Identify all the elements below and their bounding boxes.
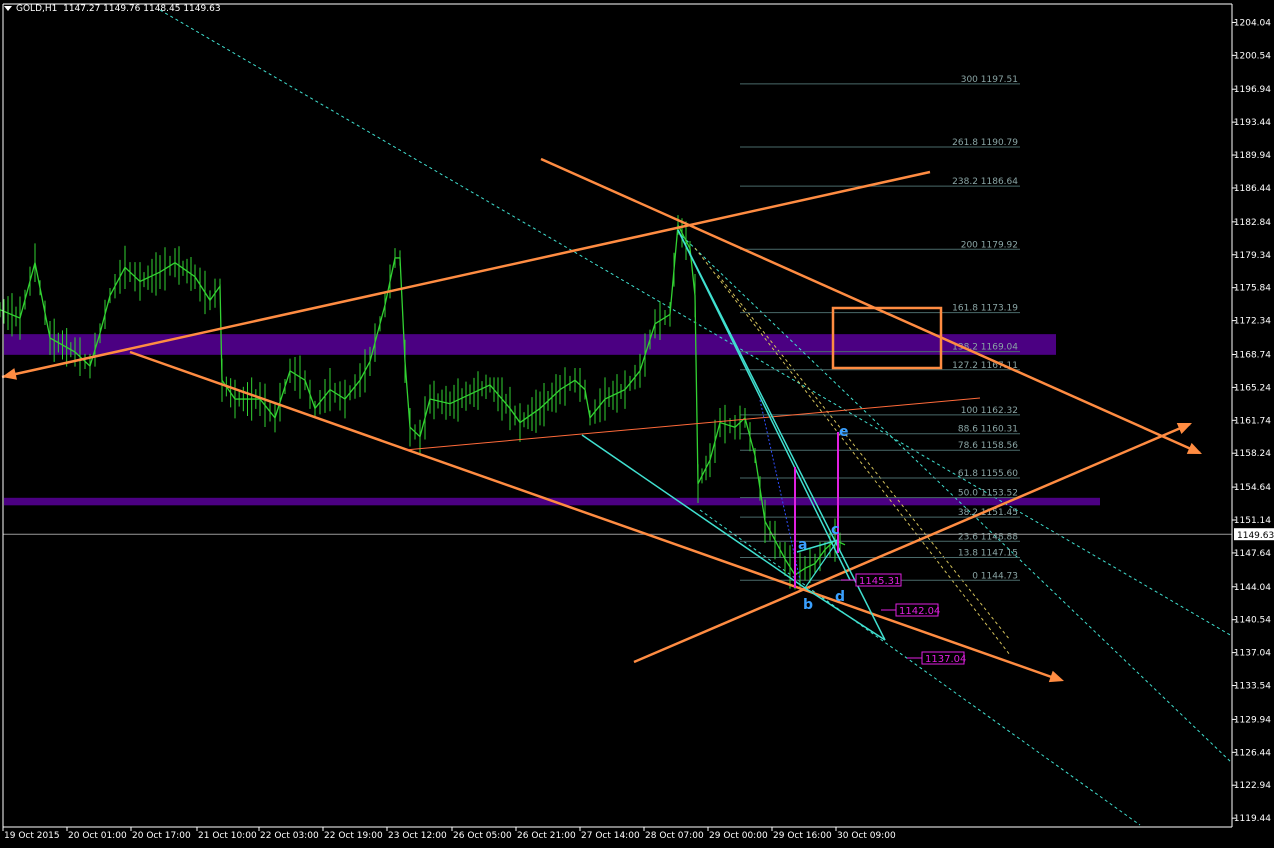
x-tick-label: 23 Oct 12:00 [388, 831, 447, 841]
wave-label-c: c [831, 522, 839, 538]
y-tick-label: 1154.64 [1234, 483, 1271, 493]
y-tick-label: 1126.44 [1234, 748, 1271, 758]
y-tick-label: 1179.34 [1234, 251, 1271, 261]
fib-level-label: 161.8 1173.19 [952, 304, 1018, 314]
current-price-value: 1149.63 [1237, 531, 1274, 541]
y-tick-label: 1186.44 [1234, 184, 1271, 194]
fib-level-label: 0 1144.73 [972, 571, 1018, 581]
wave-label-d: d [835, 589, 845, 605]
wave-label-b: b [803, 597, 813, 613]
y-tick-label: 1165.24 [1234, 383, 1271, 393]
cyan-pattern-line [581, 434, 806, 589]
fib-level-label: 50.0 1153.52 [958, 489, 1018, 499]
x-tick-label: 26 Oct 05:00 [453, 831, 512, 841]
fib-level-label: 200 1179.92 [961, 240, 1018, 250]
y-tick-label: 1147.64 [1234, 549, 1271, 559]
thin-red-trendline [404, 397, 981, 451]
annotations-layer: 1145.31 1142.04 1137.04 a b c d e [1, 157, 1232, 683]
y-tick-label: 1172.34 [1234, 317, 1271, 327]
x-tick-label: 26 Oct 21:00 [517, 831, 576, 841]
target-price-label: 1142.04 [899, 606, 940, 617]
x-tick-label: 27 Oct 14:00 [581, 831, 640, 841]
y-tick-label: 1182.84 [1234, 218, 1271, 228]
wave-label-e: e [839, 424, 849, 440]
fib-level-label: 100 1162.32 [961, 406, 1018, 416]
y-tick-label: 1151.14 [1234, 516, 1271, 526]
target-price-label: 1137.04 [925, 654, 966, 665]
fib-level-label: 78.6 1158.56 [958, 441, 1018, 451]
y-tick-label: 1129.94 [1234, 715, 1271, 725]
arrow-head-icon [2, 368, 17, 380]
y-tick-label: 1161.74 [1234, 416, 1271, 426]
fib-level-label: 13.8 1147.15 [958, 549, 1018, 559]
y-tick-label: 1137.04 [1234, 649, 1271, 659]
y-tick-label: 1133.54 [1234, 682, 1271, 692]
x-tick-label: 22 Oct 19:00 [324, 831, 383, 841]
y-tick-label: 1122.94 [1234, 781, 1271, 791]
dotted-channels-layer [159, 9, 1233, 826]
fib-level-label: 238.2 1186.64 [952, 177, 1018, 187]
fib-level-label: 127.2 1167.11 [952, 361, 1018, 371]
price-chart[interactable]: 300 1197.51 261.8 1190.79 238.2 1186.64 200… [0, 0, 1274, 848]
target-price-label: 1145.31 [859, 576, 900, 587]
x-tick-label: 20 Oct 17:00 [132, 831, 191, 841]
y-tick-label: 1196.94 [1234, 85, 1271, 95]
arrow-head-icon [1048, 670, 1064, 683]
cyan-pattern-line [677, 229, 886, 641]
y-tick-label: 1193.44 [1234, 118, 1271, 128]
x-tick-label: 19 Oct 2015 [4, 831, 60, 841]
y-tick-label: 1119.44 [1234, 814, 1271, 824]
orange-trendline-descending [540, 157, 1201, 455]
y-tick-label: 1168.74 [1234, 350, 1271, 360]
x-tick-label: 28 Oct 07:00 [645, 831, 704, 841]
x-tick-label: 22 Oct 03:00 [260, 831, 319, 841]
fib-level-label: 61.8 1155.60 [958, 469, 1018, 479]
orange-trendline-rising [633, 422, 1191, 664]
x-tick-label: 20 Oct 01:00 [68, 831, 127, 841]
zones-layer [4, 334, 1100, 506]
fib-level-label: 300 1197.51 [961, 75, 1018, 85]
fib-level-label: 88.6 1160.31 [958, 425, 1018, 435]
fib-level-label: 261.8 1190.79 [952, 138, 1018, 148]
y-tick-label: 1144.04 [1234, 583, 1271, 593]
y-tick-label: 1158.24 [1234, 449, 1271, 459]
x-tick-label: 30 Oct 09:00 [837, 831, 896, 841]
x-tick-label: 29 Oct 16:00 [773, 831, 832, 841]
y-tick-label: 1189.94 [1234, 151, 1271, 161]
y-tick-label: 1200.54 [1234, 51, 1271, 61]
axes-layer: 1204.04 1200.54 1196.94 1193.44 1189.94 1186.… [2, 3, 1274, 841]
y-tick-label: 1140.54 [1234, 616, 1271, 626]
wave-label-a: a [798, 537, 807, 553]
x-tick-label: 29 Oct 00:00 [709, 831, 768, 841]
x-tick-label: 21 Oct 10:00 [198, 831, 257, 841]
y-tick-label: 1175.84 [1234, 284, 1271, 294]
y-tick-label: 1204.04 [1234, 18, 1271, 28]
